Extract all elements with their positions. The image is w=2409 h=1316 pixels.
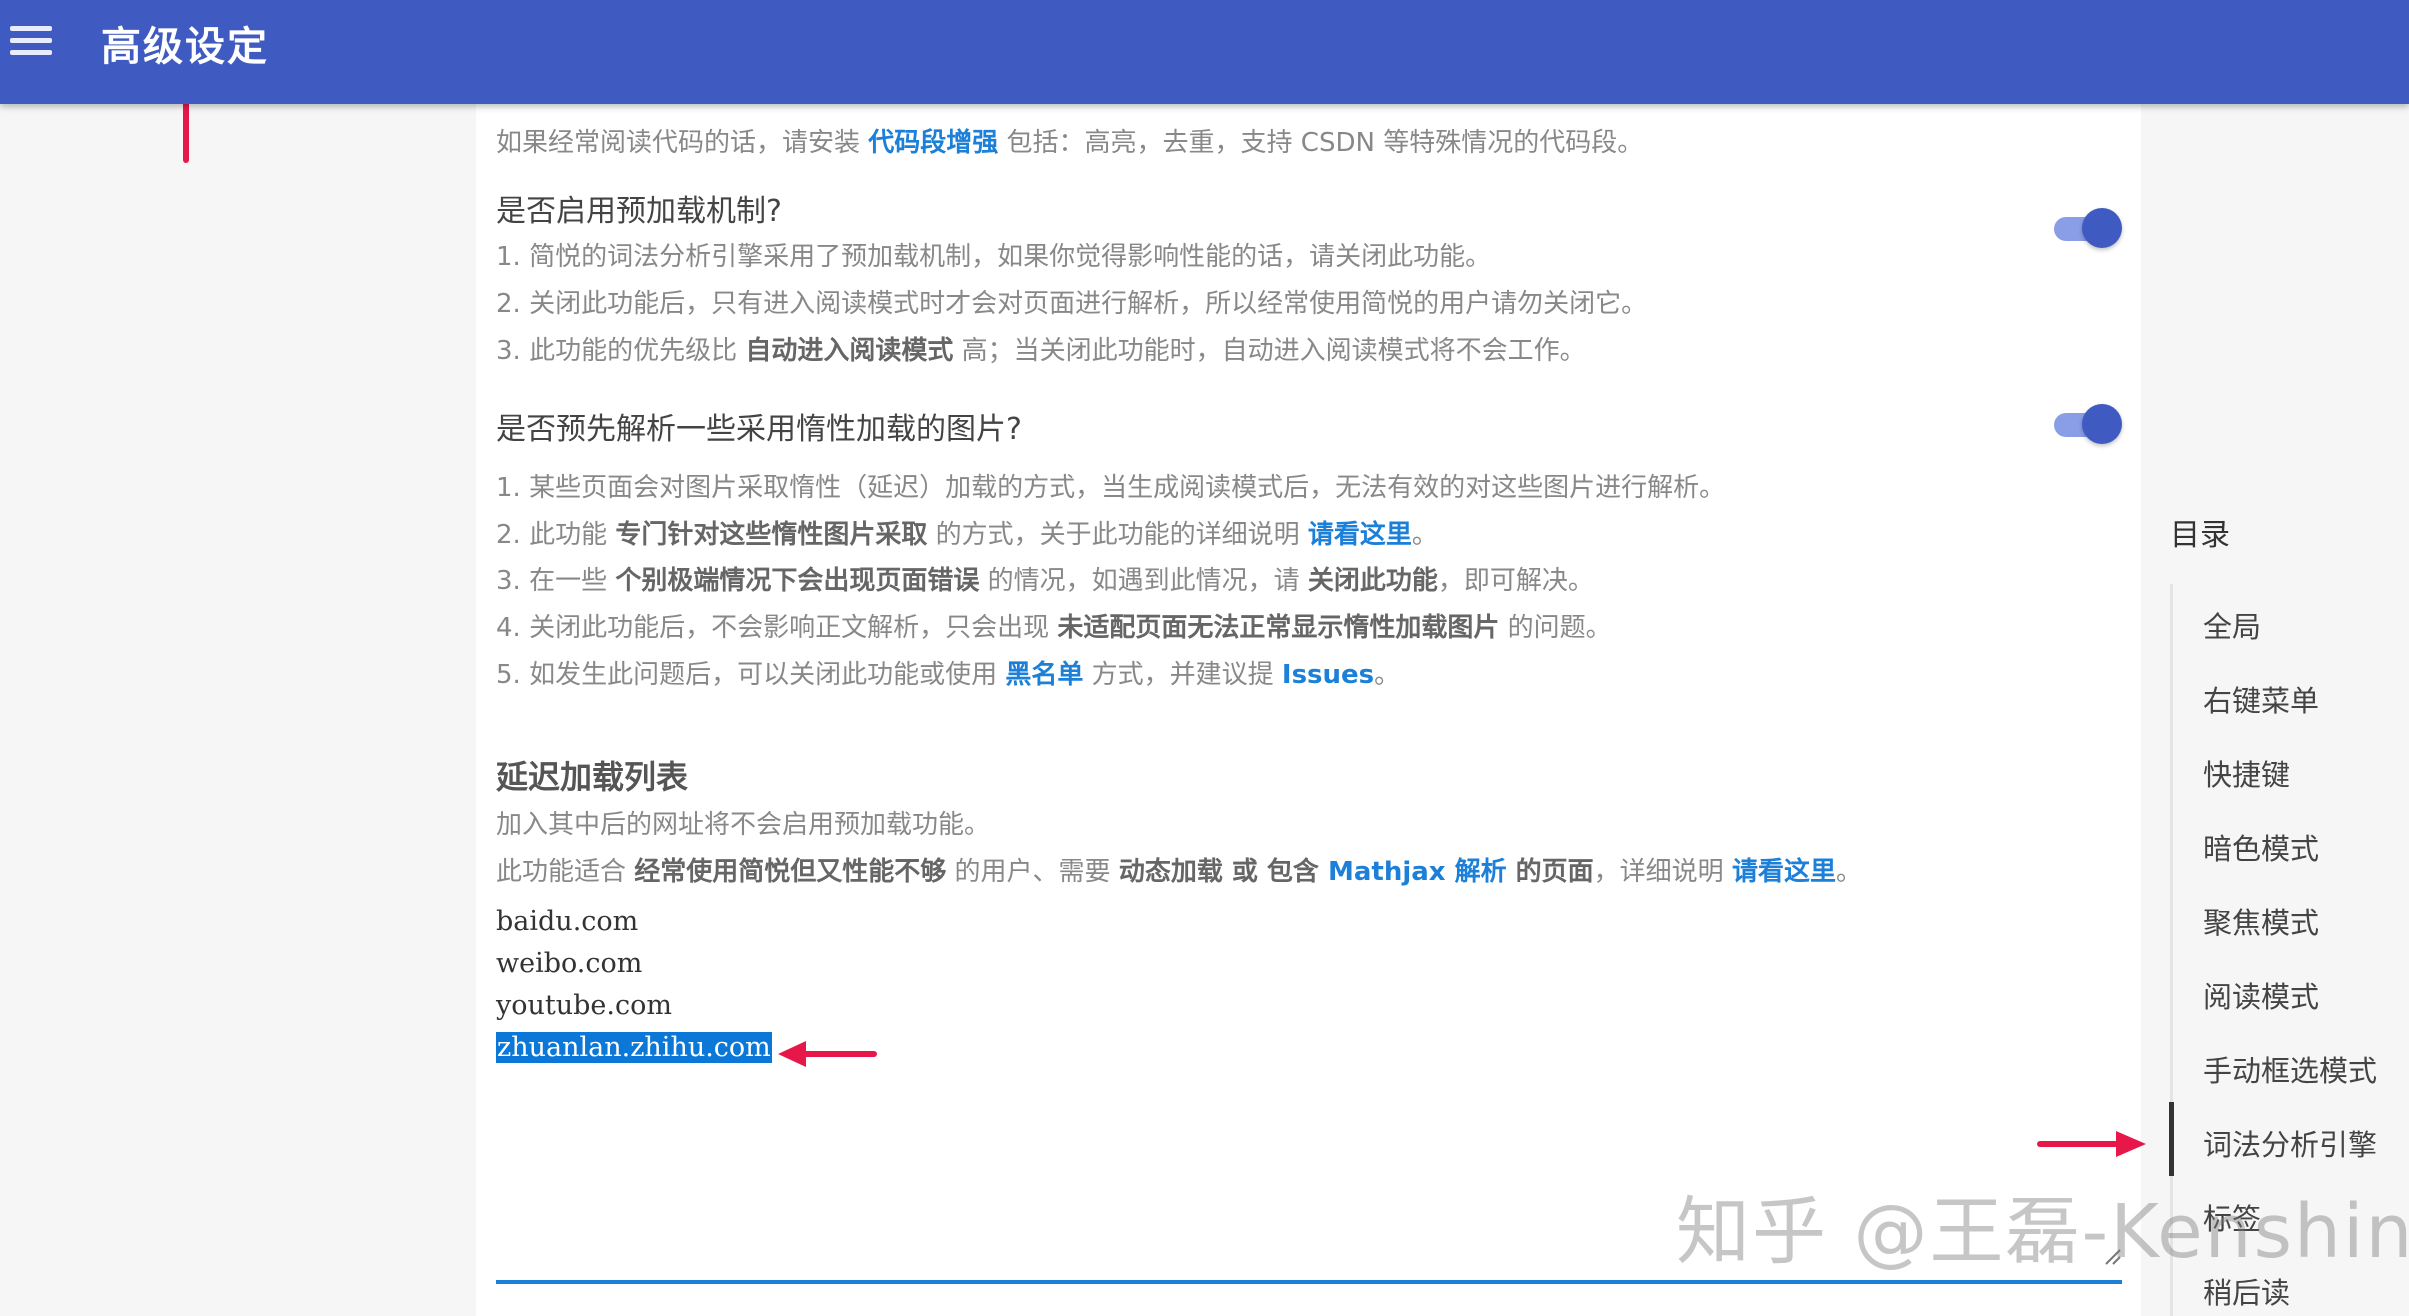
mathjax-link[interactable]: Mathjax 解析 [1328, 857, 1507, 887]
delay-list-desc-2-post: 。 [1835, 857, 1862, 887]
code-enhance-tip-post: 包括：高亮，去重，支持 CSDN 等特殊情况的代码段。 [998, 128, 1644, 158]
lazyload-see-here-link[interactable]: 请看这里 [1308, 520, 1412, 550]
toc-item-focus-mode[interactable]: 聚焦模式 [2203, 900, 2319, 942]
toc-item-lexical-engine[interactable]: 词法分析引擎 [2203, 1122, 2377, 1164]
delay-see-here-link[interactable]: 请看这里 [1732, 857, 1836, 887]
toc-item-shortcuts[interactable]: 快捷键 [2203, 752, 2290, 794]
delay-list-desc-1: 加入其中后的网址将不会启用预加载功能。 [496, 810, 991, 840]
delay-list-desc-2-pre: 此功能适合 [496, 857, 635, 887]
preload-desc-3: 3. 此功能的优先级比 自动进入阅读模式 高；当关闭此功能时，自动进入阅读模式将… [496, 330, 1586, 367]
delay-list-desc-2-mid1: 的用户、需要 [946, 857, 1119, 887]
lazyload-desc-3-mid: 的情况，如遇到此情况，请 [979, 566, 1308, 596]
preload-desc-3-post: 高；当关闭此功能时，自动进入阅读模式将不会工作。 [953, 336, 1586, 366]
lazyload-desc-4: 4. 关闭此功能后，不会影响正文解析，只会出现 未适配页面无法正常显示惰性加载图… [496, 607, 1612, 644]
url-line: weibo.com [496, 948, 643, 979]
issues-link[interactable]: Issues [1282, 660, 1374, 690]
lazyload-desc-1: 1. 某些页面会对图片采取惰性（延迟）加载的方式，当生成阅读模式后，无法有效的对… [496, 473, 1726, 503]
toc-item-manual-select-mode[interactable]: 手动框选模式 [2203, 1048, 2377, 1090]
preload-desc-3-pre: 3. 此功能的优先级比 [496, 336, 746, 366]
code-enhance-link[interactable]: 代码段增强 [868, 128, 998, 158]
toc-item-context-menu[interactable]: 右键菜单 [2203, 678, 2319, 720]
delay-list-desc-2-bold3: 的页面 [1506, 857, 1594, 887]
lazyload-toggle-knob [2082, 404, 2122, 444]
delay-list-desc-2: 此功能适合 经常使用简悦但又性能不够 的用户、需要 动态加载 或 包含 Math… [496, 851, 1862, 888]
hamburger-menu-icon[interactable] [10, 26, 52, 56]
lazyload-desc-3-post: ，即可解决。 [1437, 566, 1594, 596]
lazyload-desc-2-bold: 专门针对这些惰性图片采取 [615, 520, 928, 550]
lazyload-desc-5-pre: 5. 如发生此问题后，可以关闭此功能或使用 [496, 660, 1006, 690]
preload-desc-3-bold: 自动进入阅读模式 [745, 336, 954, 366]
lazyload-desc-3-bold2: 关闭此功能 [1307, 566, 1438, 596]
toc-item-global[interactable]: 全局 [2203, 604, 2261, 646]
delay-list-desc-2-bold2: 动态加载 或 包含 [1118, 857, 1328, 887]
url-line-selected: zhuanlan.zhihu.com [496, 1032, 772, 1063]
lazyload-option-title: 是否预先解析一些采用惰性加载的图片? [496, 412, 1022, 447]
preload-toggle[interactable] [2054, 204, 2122, 248]
code-enhance-tip-pre: 如果经常阅读代码的话，请安装 [496, 128, 869, 158]
lazyload-desc-2-pre: 2. 此功能 [496, 520, 616, 550]
preload-desc-2: 2. 关闭此功能后，只有进入阅读模式时才会对页面进行解析，所以经常使用简悦的用户… [496, 289, 1648, 319]
lazyload-desc-3-bold: 个别极端情况下会出现页面错误 [615, 566, 980, 596]
lazyload-desc-4-post: 的问题。 [1499, 613, 1612, 643]
lazyload-toggle[interactable] [2054, 400, 2122, 444]
lazyload-desc-3-pre: 3. 在一些 [496, 566, 616, 596]
delay-list-title: 延迟加载列表 [496, 758, 689, 796]
toc-item-dark-mode[interactable]: 暗色模式 [2203, 826, 2319, 868]
code-enhance-tip: 如果经常阅读代码的话，请安装 代码段增强 包括：高亮，去重，支持 CSDN 等特… [496, 122, 1643, 159]
lazyload-desc-5-mid: 方式，并建议提 [1083, 660, 1282, 690]
blacklist-link[interactable]: 黑名单 [1005, 660, 1083, 690]
annotation-arrow-right-icon [2037, 1131, 2146, 1157]
zhihu-watermark: 知乎 @王磊-Kenshin [1676, 1189, 2409, 1275]
url-line: youtube.com [496, 990, 672, 1021]
app-header: 高级设定 [0, 0, 2409, 104]
lazyload-desc-5-post: 。 [1374, 660, 1401, 690]
delay-list-desc-2-mid2: ，详细说明 [1593, 857, 1732, 887]
preload-option-title: 是否启用预加载机制? [496, 194, 782, 229]
lazyload-desc-2-post: 。 [1411, 520, 1438, 550]
annotation-arrow-left-icon [778, 1041, 877, 1067]
lazyload-desc-4-pre: 4. 关闭此功能后，不会影响正文解析，只会出现 [496, 613, 1058, 643]
lazyload-desc-4-bold: 未适配页面无法正常显示惰性加载图片 [1057, 613, 1500, 643]
lazyload-desc-2-mid: 的方式，关于此功能的详细说明 [927, 520, 1308, 550]
toc-active-indicator [2169, 1102, 2174, 1176]
toc-title: 目录 [2170, 518, 2230, 553]
toc-item-read-mode[interactable]: 阅读模式 [2203, 974, 2319, 1016]
lazyload-desc-5: 5. 如发生此问题后，可以关闭此功能或使用 黑名单 方式，并建议提 Issues… [496, 654, 1400, 691]
page-title: 高级设定 [101, 24, 269, 70]
url-line: baidu.com [496, 906, 639, 937]
lazyload-desc-3: 3. 在一些 个别极端情况下会出现页面错误 的情况，如遇到此情况，请 关闭此功能… [496, 560, 1594, 597]
preload-toggle-knob [2082, 208, 2122, 248]
delay-list-desc-2-bold1: 经常使用简悦但又性能不够 [634, 857, 947, 887]
preload-desc-1: 1. 简悦的词法分析引擎采用了预加载机制，如果你觉得影响性能的话，请关闭此功能。 [496, 242, 1492, 272]
lazyload-desc-2: 2. 此功能 专门针对这些惰性图片采取 的方式，关于此功能的详细说明 请看这里。 [496, 514, 1438, 551]
